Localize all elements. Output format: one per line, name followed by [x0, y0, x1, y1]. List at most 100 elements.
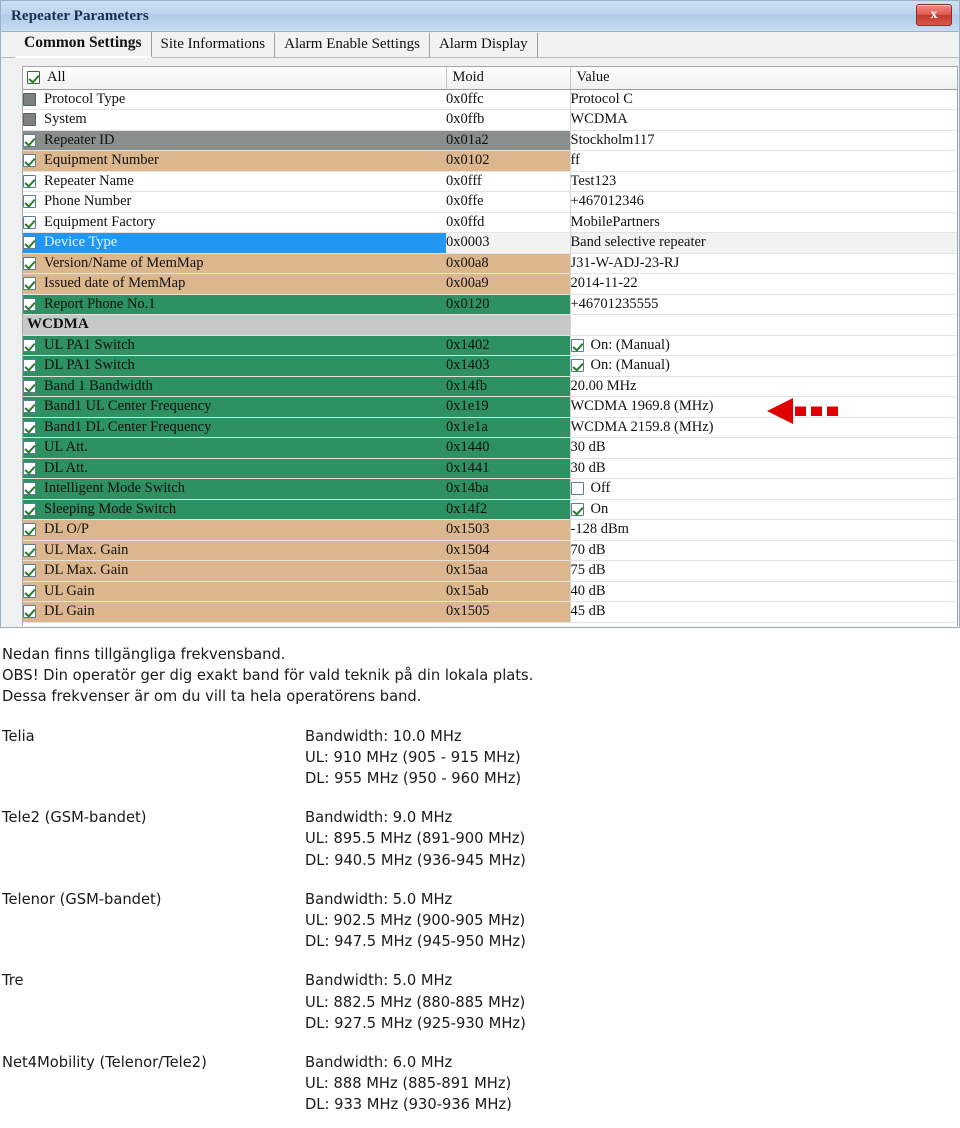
cell-parameter-name[interactable]: Sleeping Mode Switch — [23, 499, 446, 520]
row-enable-checkbox[interactable] — [23, 584, 36, 598]
close-button[interactable]: x — [916, 4, 952, 26]
row-enable-checkbox[interactable] — [23, 133, 36, 147]
table-row[interactable]: Report Phone No.1 0x0120 +46701235555 — [23, 294, 957, 315]
column-header-all[interactable]: All — [23, 67, 447, 90]
value-toggle-checkbox[interactable] — [571, 482, 584, 496]
column-header-value[interactable]: Value — [570, 67, 957, 90]
row-enable-checkbox[interactable] — [23, 543, 36, 557]
cell-value[interactable]: Stockholm117 — [569, 130, 957, 151]
cell-value[interactable]: -128 dBm — [569, 519, 957, 541]
cell-value[interactable]: MobilePartners — [569, 212, 957, 233]
cell-value[interactable]: 20.00 MHz — [569, 376, 957, 397]
row-enable-checkbox[interactable] — [23, 400, 36, 414]
cell-value[interactable] — [569, 314, 957, 336]
cell-parameter-name[interactable]: Repeater ID — [23, 130, 446, 151]
cell-value[interactable]: 30 dB — [569, 437, 957, 459]
cell-value[interactable]: On: (Manual) — [569, 335, 957, 356]
row-enable-checkbox[interactable] — [23, 502, 36, 516]
cell-parameter-name[interactable]: DL Gain — [23, 601, 446, 623]
cell-parameter-name[interactable]: System — [23, 109, 446, 131]
row-enable-checkbox[interactable] — [23, 174, 36, 188]
cell-value[interactable]: Protocol C — [569, 89, 957, 110]
cell-value[interactable]: 30 dB — [569, 458, 957, 479]
table-row[interactable]: Version/Name of MemMap 0x00a8 J31-W-ADJ-23… — [23, 253, 957, 274]
value-toggle-checkbox[interactable] — [571, 338, 584, 352]
cell-parameter-name[interactable]: DL O/P — [23, 519, 446, 541]
cell-parameter-name[interactable]: DL Att. — [23, 458, 446, 479]
cell-parameter-name[interactable]: Device Type — [23, 232, 446, 254]
row-enable-checkbox[interactable] — [23, 154, 36, 168]
cell-parameter-name[interactable]: UL Att. — [23, 437, 446, 459]
cell-value[interactable]: 70 dB — [569, 540, 957, 561]
table-row[interactable]: Equipment Factory 0x0ffd MobilePartners — [23, 212, 957, 233]
cell-parameter-name[interactable]: Repeater Name — [23, 171, 446, 192]
tab-common-settings[interactable]: Common Settings — [15, 32, 152, 58]
table-row[interactable]: UL Max. Gain 0x1504 70 dB — [23, 540, 957, 561]
row-enable-checkbox[interactable] — [23, 92, 36, 106]
cell-value[interactable]: Off — [569, 478, 957, 500]
cell-value[interactable]: J31-W-ADJ-23-RJ — [569, 253, 957, 274]
table-row[interactable]: Device Type 0x0003 Band selective repeater — [23, 232, 957, 254]
row-enable-checkbox[interactable] — [23, 523, 36, 537]
cell-parameter-name[interactable]: Report Phone No.1 — [23, 294, 446, 315]
cell-parameter-name[interactable]: Version/Name of MemMap — [23, 253, 446, 274]
value-toggle-checkbox[interactable] — [571, 502, 584, 516]
cell-parameter-name[interactable]: Band1 DL Center Frequency — [23, 417, 446, 438]
table-row[interactable]: Intelligent Mode Switch 0x14ba Off — [23, 478, 957, 500]
cell-parameter-name[interactable]: Band 1 Bandwidth — [23, 376, 446, 397]
cell-value[interactable]: Band selective repeater — [569, 232, 957, 254]
cell-parameter-name[interactable]: Intelligent Mode Switch — [23, 478, 446, 500]
row-enable-checkbox[interactable] — [23, 379, 36, 393]
cell-value[interactable]: 2014-11-22 — [569, 273, 957, 295]
row-enable-checkbox[interactable] — [23, 195, 36, 209]
table-row[interactable]: DL PA1 Switch 0x1403 On: (Manual) — [23, 355, 957, 377]
table-row[interactable]: Repeater ID 0x01a2 Stockholm117 — [23, 130, 957, 151]
cell-value[interactable]: Test123 — [569, 171, 957, 192]
cell-value[interactable]: WCDMA 2159.8 (MHz) — [569, 417, 957, 438]
cell-parameter-name[interactable]: WCDMA — [23, 314, 446, 336]
row-enable-checkbox[interactable] — [23, 605, 36, 619]
cell-parameter-name[interactable]: DL PA1 Switch — [23, 355, 446, 377]
row-enable-checkbox[interactable] — [23, 441, 36, 455]
cell-parameter-name[interactable]: Issued date of MemMap — [23, 273, 446, 295]
select-all-checkbox[interactable] — [27, 71, 40, 85]
cell-parameter-name[interactable]: Phone Number — [23, 191, 446, 213]
cell-value[interactable]: WCDMA 1969.8 (MHz) — [569, 396, 957, 418]
table-row[interactable]: Protocol Type 0x0ffc Protocol C — [23, 89, 957, 110]
table-row[interactable]: System 0x0ffb WCDMA — [23, 109, 957, 131]
cell-value[interactable]: ff — [569, 150, 957, 172]
cell-value[interactable]: +46701235555 — [569, 294, 957, 315]
row-enable-checkbox[interactable] — [23, 461, 36, 475]
value-toggle-checkbox[interactable] — [571, 359, 584, 373]
cell-value[interactable]: 75 dB — [569, 560, 957, 582]
cell-parameter-name[interactable]: Equipment Number — [23, 150, 446, 172]
cell-parameter-name[interactable]: Equipment Factory — [23, 212, 446, 233]
parameters-grid-container[interactable]: All Moid Value Protocol Type 0x0ffc Protoc… — [22, 66, 958, 626]
table-row[interactable]: DL Gain 0x1505 45 dB — [23, 601, 957, 623]
table-row[interactable]: UL Gain 0x15ab 40 dB — [23, 581, 957, 602]
row-enable-checkbox[interactable] — [23, 215, 36, 229]
cell-parameter-name[interactable]: UL Max. Gain — [23, 540, 446, 561]
cell-value[interactable]: 45 dB — [569, 601, 957, 623]
table-row[interactable]: Issued date of MemMap 0x00a9 2014-11-22 — [23, 273, 957, 295]
cell-value[interactable]: 40 dB — [569, 581, 957, 602]
row-enable-checkbox[interactable] — [23, 256, 36, 270]
column-header-moid[interactable]: Moid — [446, 67, 571, 90]
table-row[interactable]: Band 1 Bandwidth 0x14fb 20.00 MHz — [23, 376, 957, 397]
row-enable-checkbox[interactable] — [23, 113, 36, 127]
cell-parameter-name[interactable]: UL PA1 Switch — [23, 335, 446, 356]
tab-alarm-enable-settings[interactable]: Alarm Enable Settings — [275, 33, 430, 57]
cell-parameter-name[interactable]: UL Gain — [23, 581, 446, 602]
cell-parameter-name[interactable]: DL Max. Gain — [23, 560, 446, 582]
table-row[interactable]: DL Max. Gain 0x15aa 75 dB — [23, 560, 957, 582]
cell-parameter-name[interactable]: Band1 UL Center Frequency — [23, 396, 446, 418]
cell-parameter-name[interactable]: Protocol Type — [23, 89, 446, 110]
table-row[interactable]: Band1 UL Center Frequency 0x1e19 WCDMA 196… — [23, 396, 957, 418]
table-row[interactable]: Repeater Name 0x0fff Test123 — [23, 171, 957, 192]
table-row[interactable]: UL PA1 Switch 0x1402 On: (Manual) — [23, 335, 957, 356]
table-section-row[interactable]: WCDMA — [23, 314, 957, 336]
table-row[interactable]: DL O/P 0x1503 -128 dBm — [23, 519, 957, 541]
table-row[interactable]: Sleeping Mode Switch 0x14f2 On — [23, 499, 957, 520]
table-row[interactable]: UL Att. 0x1440 30 dB — [23, 437, 957, 459]
row-enable-checkbox[interactable] — [23, 359, 36, 373]
